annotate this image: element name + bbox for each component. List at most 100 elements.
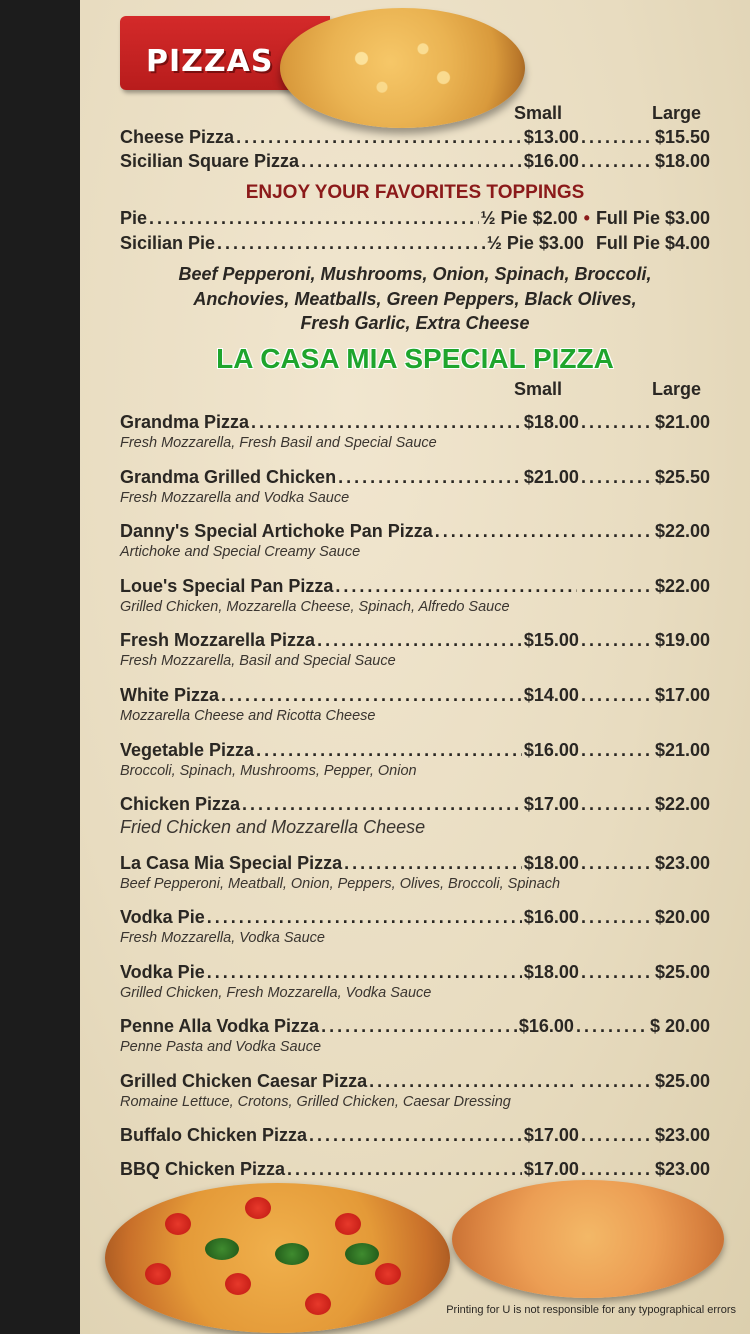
price-large: $15.50 [654,127,710,147]
large-column-header: Large [652,379,702,399]
price-large: $19.00 [654,630,710,650]
item-name: Sicilian Square Pizza [120,151,300,171]
item-description: Fried Chicken and Mozzarella Cheese [120,817,426,837]
item-description: Fresh Mozzarella, Basil and Special Sauc… [120,653,396,669]
cheese-pizza-image [280,8,525,128]
topping-full-price: Full Pie $4.00 [595,233,710,253]
disclaimer: Printing for U is not responsible for an… [446,1304,736,1316]
toppings-list: Beef Pepperoni, Mushrooms, Onion, Spinac… [178,264,652,333]
menu-item: Grandma Grilled Chicken $21.00 $25.50 [120,467,710,489]
menu-item: La Casa Mia Special Pizza $18.00 $23.00 [120,853,710,875]
item-name: Danny's Special Artichoke Pan Pizza [120,521,433,541]
item-description: Fresh Mozzarella, Vodka Sauce [120,930,325,946]
item-description: Artichoke and Special Creamy Sauce [120,544,361,560]
menu-item: Fresh Mozzarella Pizza $15.00 $19.00 [120,630,710,652]
item-name: Grilled Chicken Caesar Pizza [120,1071,368,1091]
menu-item: Vodka Pie $18.00 $25.00 [120,962,710,984]
item-name: Grandma Pizza [120,412,250,432]
topping-half-price: ½ Pie $3.00 [486,233,584,253]
price-large: $20.00 [654,907,710,927]
price-large: $25.00 [654,1071,710,1091]
price-small: $21.00 [523,467,579,487]
menu-item: Vodka Pie $16.00 $20.00 [120,907,710,929]
item-name: Chicken Pizza [120,794,241,814]
price-large: $22.00 [654,576,710,596]
price-small: $16.00 [523,151,579,171]
menu-item: Buffalo Chicken Pizza $17.00 $23.00 [120,1125,710,1147]
price-small: $15.00 [523,630,579,650]
item-name: Penne Alla Vodka Pizza [120,1016,320,1036]
price-small: $18.00 [523,412,579,432]
item-name: Vodka Pie [120,907,205,927]
item-description: Beef Pepperoni, Meatball, Onion, Peppers… [120,876,561,892]
menu-item: BBQ Chicken Pizza $17.00 $23.00 [120,1159,710,1181]
menu-item: Cheese Pizza $13.00 $15.50 [120,127,710,149]
large-column-header: Large [652,103,702,123]
topping-full-price: Full Pie $3.00 [595,208,710,228]
small-column-header: Small [514,379,563,399]
menu-item: Danny's Special Artichoke Pan Pizza $22.0… [120,521,710,543]
price-small: $16.00 [523,907,579,927]
item-name: BBQ Chicken Pizza [120,1159,286,1179]
price-large: $22.00 [654,794,710,814]
item-description: Fresh Mozzarella, Fresh Basil and Specia… [120,435,437,451]
item-name: Sicilian Pie [120,233,216,253]
menu-item: Loue's Special Pan Pizza $22.00 [120,576,710,598]
price-large: $23.00 [654,853,710,873]
price-large: $18.00 [654,151,710,171]
item-name: La Casa Mia Special Pizza [120,853,343,873]
section-title: PIZZAS [146,44,274,79]
price-small: $18.00 [523,853,579,873]
item-name: Fresh Mozzarella Pizza [120,630,316,650]
price-large: $25.50 [654,467,710,487]
special-pizza-heading: LA CASA MIA SPECIAL PIZZA [216,343,614,374]
item-name: Cheese Pizza [120,127,235,147]
menu-item: White Pizza $14.00 $17.00 [120,685,710,707]
item-description: Romaine Lettuce, Crotons, Grilled Chicke… [120,1094,511,1110]
menu-item: Grilled Chicken Caesar Pizza $25.00 [120,1071,710,1093]
margherita-pizza-image [105,1183,450,1333]
menu-item: Grandma Pizza $18.00 $21.00 [120,412,710,434]
price-small: $16.00 [523,740,579,760]
price-small: $13.00 [523,127,579,147]
item-name: Vodka Pie [120,962,205,982]
price-large: $21.00 [654,412,710,432]
item-description: Grilled Chicken, Fresh Mozzarella, Vodka… [120,985,432,1001]
bullet-separator: • [583,208,590,228]
price-large: $21.00 [654,740,710,760]
item-name: Buffalo Chicken Pizza [120,1125,308,1145]
item-description: Mozzarella Cheese and Ricotta Cheese [120,708,376,724]
menu-item: Vegetable Pizza $16.00 $21.00 [120,740,710,762]
cheese-pizza-bottom-image [452,1180,724,1298]
item-name: Loue's Special Pan Pizza [120,576,334,596]
item-description: Grilled Chicken, Mozzarella Cheese, Spin… [120,599,510,615]
price-small: $16.00 [518,1016,574,1036]
price-small: $17.00 [523,1125,579,1145]
left-margin [0,0,80,1334]
price-small: $17.00 [523,1159,579,1179]
item-name: Grandma Grilled Chicken [120,467,337,487]
price-small: $18.00 [523,962,579,982]
topping-price-row: Sicilian Pie ½ Pie $3.00 Full Pie $4.00 [120,233,710,255]
small-column-header: Small [514,103,563,123]
menu-page: PIZZAS Small Large Cheese Pizza $13.00 $… [80,0,750,1334]
price-large: $23.00 [654,1125,710,1145]
topping-half-price: ½ Pie $2.00 [480,208,578,228]
item-description: Penne Pasta and Vodka Sauce [120,1039,322,1055]
menu-item: Penne Alla Vodka Pizza $16.00 $ 20.00 [120,1016,710,1038]
item-name: Pie [120,208,148,228]
price-large: $22.00 [654,521,710,541]
price-small: $17.00 [523,794,579,814]
price-large: $17.00 [654,685,710,705]
price-small: $14.00 [523,685,579,705]
price-large: $23.00 [654,1159,710,1179]
menu-item: Chicken Pizza $17.00 $22.00 [120,794,710,816]
item-description: Broccoli, Spinach, Mushrooms, Pepper, On… [120,763,417,779]
item-description: Fresh Mozzarella and Vodka Sauce [120,490,350,506]
item-name: White Pizza [120,685,220,705]
toppings-heading: ENJOY YOUR FAVORITES TOPPINGS [245,182,585,203]
price-large: $ 20.00 [649,1016,710,1036]
price-large: $25.00 [654,962,710,982]
topping-price-row: Pie ½ Pie $2.00 • Full Pie $3.00 [120,208,710,230]
item-name: Vegetable Pizza [120,740,255,760]
